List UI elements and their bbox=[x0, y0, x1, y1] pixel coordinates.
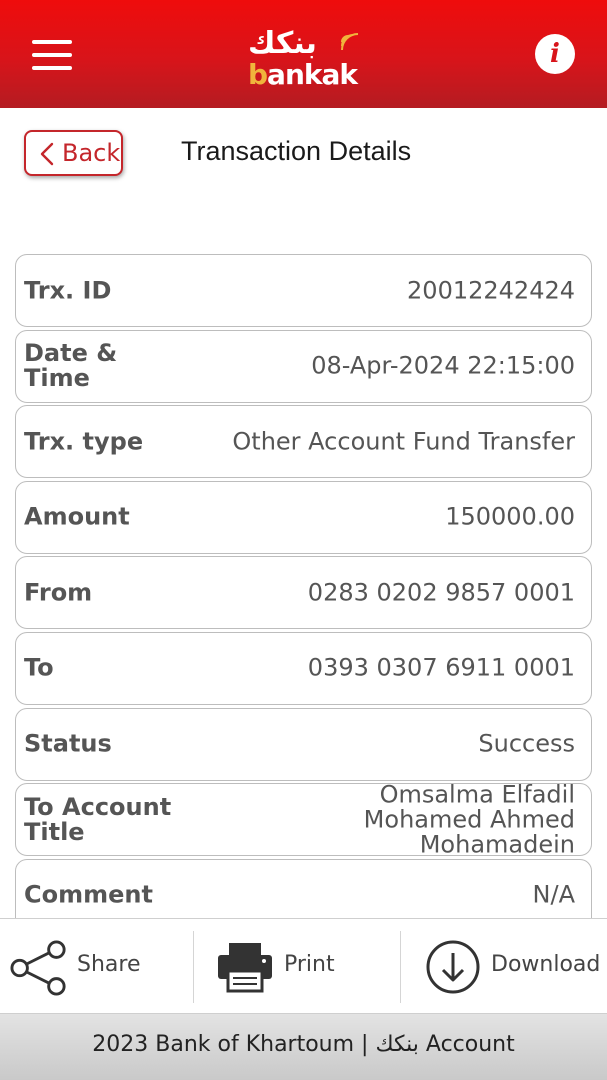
detail-row-trx-type: Trx. type Other Account Fund Transfer bbox=[15, 405, 592, 479]
detail-label: From bbox=[24, 578, 93, 607]
action-bar: Share Print Download bbox=[0, 918, 607, 1014]
page-title: Transaction Details bbox=[181, 136, 412, 166]
print-button[interactable]: Print bbox=[194, 919, 400, 1015]
detail-label: Amount bbox=[24, 502, 130, 531]
detail-row-to-account-title: To Account Title Omsalma Elfadil Mohamed… bbox=[15, 780, 592, 859]
detail-row-date-time: Date & Time 08-Apr-2024 22:15:00 bbox=[15, 329, 592, 403]
share-button[interactable]: Share bbox=[0, 919, 193, 1015]
detail-row-from: From 0283 0202 9857 0001 bbox=[15, 556, 592, 630]
back-button-label: Back bbox=[62, 139, 121, 167]
signal-waves-icon bbox=[341, 33, 359, 50]
detail-label: Status bbox=[24, 729, 112, 758]
back-button[interactable]: Back bbox=[24, 130, 123, 176]
footer-text: 2023 Bank of Khartoum | بنكك Account bbox=[92, 1032, 515, 1057]
detail-value: N/A bbox=[532, 880, 575, 909]
detail-label: Trx. ID bbox=[24, 276, 112, 304]
detail-row-comment: Comment N/A bbox=[15, 858, 592, 918]
detail-value: Other Account Fund Transfer bbox=[232, 427, 575, 456]
download-button[interactable]: Download bbox=[401, 919, 607, 1015]
detail-row-trx-id: Trx. ID 20012242424 bbox=[15, 254, 592, 327]
detail-value: Omsalma Elfadil Mohamed Ahmed Mohamadein bbox=[363, 780, 575, 859]
detail-value: 08-Apr-2024 22:15:00 bbox=[311, 351, 575, 380]
logo-arabic-text: بنكك bbox=[248, 26, 317, 61]
detail-row-status: Status Success bbox=[15, 707, 592, 781]
logo-latin-text: bankak bbox=[248, 58, 358, 91]
detail-label: To Account Title bbox=[24, 792, 172, 846]
footer: 2023 Bank of Khartoum | بنكك Account bbox=[0, 1014, 607, 1080]
menu-icon[interactable] bbox=[32, 40, 72, 70]
detail-row-to: To 0393 0307 6911 0001 bbox=[15, 631, 592, 705]
detail-label: Date & Time bbox=[24, 339, 118, 393]
share-icon bbox=[10, 940, 66, 996]
transaction-details-list[interactable]: Trx. ID 20012242424 Date & Time 08-Apr-2… bbox=[15, 254, 592, 918]
detail-value: 20012242424 bbox=[407, 276, 575, 304]
print-label: Print bbox=[284, 952, 335, 977]
bankak-logo: بنكك bankak bbox=[240, 26, 370, 92]
info-icon[interactable]: i bbox=[535, 34, 575, 74]
detail-label: Trx. type bbox=[24, 427, 144, 456]
detail-label: To bbox=[24, 653, 54, 682]
detail-row-amount: Amount 150000.00 bbox=[15, 480, 592, 554]
printer-icon bbox=[218, 943, 272, 993]
detail-value: 150000.00 bbox=[445, 502, 575, 531]
detail-value: 0283 0202 9857 0001 bbox=[307, 578, 575, 607]
detail-value: Success bbox=[478, 729, 575, 758]
download-icon bbox=[426, 940, 480, 994]
detail-value: 0393 0307 6911 0001 bbox=[307, 653, 575, 682]
detail-label: Comment bbox=[24, 880, 153, 909]
download-label: Download bbox=[491, 952, 601, 977]
app-header: بنكك bankak i bbox=[0, 0, 607, 108]
share-label: Share bbox=[77, 952, 141, 977]
chevron-left-icon bbox=[40, 142, 54, 166]
